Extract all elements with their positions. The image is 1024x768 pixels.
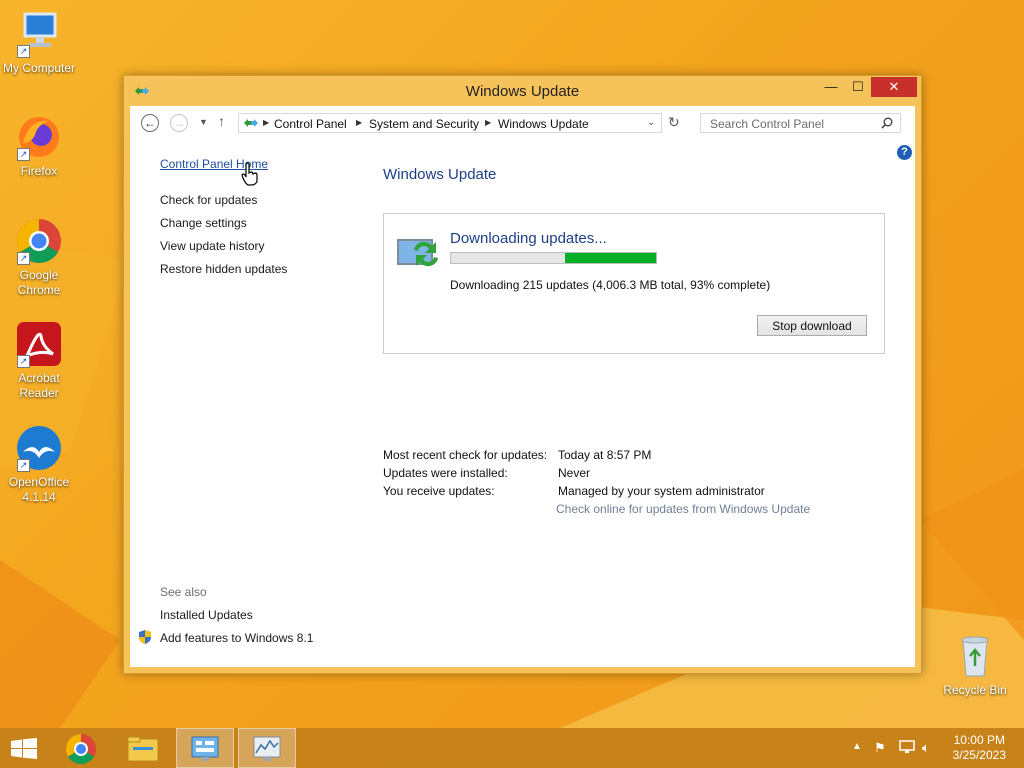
- breadcrumb[interactable]: ▶ Control Panel ▶ System and Security ▶ …: [238, 113, 662, 133]
- breadcrumb-separator-icon: ▶: [263, 118, 270, 127]
- breadcrumb-system-security[interactable]: System and Security: [369, 117, 479, 131]
- search-input[interactable]: [708, 116, 882, 132]
- volume-icon[interactable]: 🔈︎: [922, 740, 930, 756]
- recent-pages-chevron-icon[interactable]: ▼: [199, 117, 208, 127]
- sidebar-link-change-settings[interactable]: Change settings: [160, 216, 247, 230]
- openoffice-icon: ↗: [15, 424, 63, 472]
- info-value-last-check: Today at 8:57 PM: [558, 448, 652, 462]
- download-progress-bar: [450, 252, 657, 264]
- taskbar-file-explorer[interactable]: [114, 728, 172, 768]
- desktop-icon-label: Firefox: [20, 164, 58, 178]
- clock-date: 3/25/2023: [952, 748, 1006, 762]
- title-bar[interactable]: Windows Update — ☐ ✕: [124, 76, 921, 106]
- check-online-link[interactable]: Check online for updates from Windows Up…: [556, 502, 810, 516]
- see-also-heading: See also: [160, 585, 207, 599]
- search-box: [700, 113, 901, 133]
- update-status-panel: Downloading updates... Downloading 215 u…: [383, 213, 885, 354]
- desktop-icon-my-computer[interactable]: ↗ My Computer: [1, 10, 77, 76]
- chrome-icon: ↗: [15, 217, 63, 265]
- desktop-icon-recycle-bin[interactable]: Recycle Bin: [937, 632, 1013, 698]
- see-also-link-installed-updates[interactable]: Installed Updates: [160, 608, 253, 622]
- action-center-flag-icon[interactable]: ⚑: [874, 740, 886, 756]
- info-value-installed: Never: [558, 466, 591, 480]
- help-icon[interactable]: ?: [897, 145, 912, 160]
- window-title: Windows Update: [465, 83, 580, 100]
- shortcut-arrow-icon: ↗: [17, 252, 30, 265]
- search-icon[interactable]: [881, 117, 893, 132]
- close-button[interactable]: ✕: [871, 77, 917, 97]
- shortcut-arrow-icon: ↗: [17, 148, 30, 161]
- desktop-icon-chrome[interactable]: ↗ Google Chrome: [1, 217, 77, 298]
- firefox-icon: ↗: [15, 113, 63, 161]
- desktop-icon-label: Recycle Bin: [943, 683, 1007, 697]
- breadcrumb-windows-update[interactable]: Windows Update: [498, 117, 589, 131]
- forward-arrow-icon[interactable]: →: [170, 114, 188, 132]
- info-value-receive: Managed by your system administrator: [558, 484, 765, 498]
- folder-icon: [127, 735, 159, 766]
- shortcut-arrow-icon: ↗: [17, 459, 30, 472]
- taskbar-clock[interactable]: 10:00 PM 3/25/2023: [953, 733, 1006, 763]
- refresh-icon[interactable]: ↻: [668, 114, 680, 131]
- breadcrumb-separator-icon: ▶: [485, 118, 492, 127]
- breadcrumb-control-panel[interactable]: Control Panel: [274, 117, 347, 131]
- shortcut-arrow-icon: ↗: [17, 355, 30, 368]
- stop-download-button[interactable]: Stop download: [757, 315, 867, 336]
- page-title: Windows Update: [383, 166, 497, 183]
- computer-icon: ↗: [15, 10, 63, 58]
- desktop-icon-firefox[interactable]: ↗ Firefox: [1, 113, 77, 179]
- taskbar-chrome[interactable]: [52, 728, 110, 768]
- info-label-installed: Updates were installed:: [383, 466, 508, 480]
- acrobat-icon: ↗: [15, 320, 63, 368]
- content-area: ? Control Panel Home Check for updates C…: [130, 140, 915, 667]
- download-progress-fill: [565, 253, 656, 263]
- show-hidden-icons-chevron-icon[interactable]: ▲: [852, 741, 862, 752]
- minimize-button[interactable]: —: [817, 77, 845, 97]
- back-arrow-icon[interactable]: ←: [141, 114, 159, 132]
- sidebar-link-view-update-history[interactable]: View update history: [160, 239, 265, 253]
- start-button[interactable]: [0, 728, 58, 768]
- control-panel-icon: [190, 735, 220, 766]
- chrome-icon: [65, 733, 97, 768]
- network-icon[interactable]: [899, 740, 915, 757]
- info-label-last-check: Most recent check for updates:: [383, 448, 548, 462]
- sidebar-link-restore-hidden-updates[interactable]: Restore hidden updates: [160, 262, 287, 276]
- control-panel-small-icon: [243, 117, 259, 132]
- hand-pointer-cursor-icon: [240, 162, 260, 189]
- desktop-icon-label: Acrobat Reader: [18, 371, 60, 400]
- breadcrumb-separator-icon: ▶: [356, 118, 363, 127]
- clock-time: 10:00 PM: [953, 733, 1005, 747]
- address-toolbar: ← → ▼ ↑ ▶ Control Panel ▶ System and Sec…: [130, 106, 915, 140]
- taskbar-control-panel[interactable]: [176, 728, 234, 768]
- shortcut-arrow-icon: ↗: [17, 45, 30, 58]
- info-label-receive: You receive updates:: [383, 484, 495, 498]
- taskbar: ▲ ⚑ 🔈︎ 10:00 PM 3/25/2023: [0, 728, 1024, 768]
- windows-update-icon: [396, 236, 442, 275]
- maximize-button[interactable]: ☐: [844, 77, 872, 97]
- recycle-bin-icon: [951, 632, 999, 680]
- desktop-icon-label: Google Chrome: [17, 268, 61, 297]
- see-also-link-add-features[interactable]: Add features to Windows 8.1: [160, 631, 313, 645]
- download-status-detail: Downloading 215 updates (4,006.3 MB tota…: [450, 278, 771, 292]
- monitor-chart-icon: [252, 735, 282, 766]
- desktop-icon-acrobat[interactable]: ↗ Acrobat Reader: [1, 320, 77, 401]
- desktop-icon-label: My Computer: [2, 61, 76, 75]
- download-status-heading: Downloading updates...: [450, 230, 607, 247]
- desktop-icon-label: OpenOffice 4.1.14: [8, 475, 70, 504]
- sidebar-link-check-for-updates[interactable]: Check for updates: [160, 193, 257, 207]
- windows-logo-icon: [11, 738, 37, 762]
- security-shield-icon: [138, 629, 152, 648]
- taskbar-performance-monitor[interactable]: [238, 728, 296, 768]
- address-dropdown-chevron-icon[interactable]: ⌄: [647, 117, 655, 128]
- up-arrow-icon[interactable]: ↑: [218, 113, 225, 129]
- desktop-icon-openoffice[interactable]: ↗ OpenOffice 4.1.14: [1, 424, 77, 505]
